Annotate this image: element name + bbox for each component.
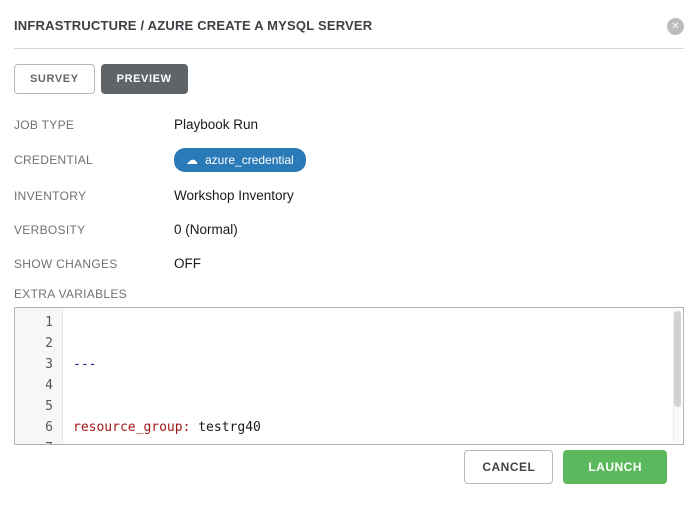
show-changes-value: OFF [174, 256, 201, 271]
job-type-value: Playbook Run [174, 117, 258, 132]
tab-preview[interactable]: PREVIEW [101, 64, 188, 94]
detail-row-show-changes: SHOW CHANGES OFF [14, 253, 684, 274]
credential-badge[interactable]: ☁ azure_credential [174, 148, 306, 172]
line-number: 7 [15, 438, 53, 445]
job-details: JOB TYPE Playbook Run CREDENTIAL ☁ azure… [14, 114, 684, 274]
editor-code: --- resource_group: testrg40 location: e… [63, 308, 683, 444]
inventory-value: Workshop Inventory [174, 188, 294, 203]
yaml-value: testrg40 [190, 420, 260, 435]
code-line: --- [73, 354, 683, 375]
detail-label: VERBOSITY [14, 223, 174, 237]
close-icon[interactable]: ✕ [667, 18, 684, 35]
line-number: 5 [15, 396, 53, 417]
credential-name: azure_credential [205, 153, 294, 167]
extra-variables-editor[interactable]: 1 2 3 4 5 6 7 --- resource_group: testrg… [14, 307, 684, 445]
detail-label: INVENTORY [14, 189, 174, 203]
line-number: 6 [15, 417, 53, 438]
detail-row-credential: CREDENTIAL ☁ azure_credential [14, 148, 684, 172]
line-number: 3 [15, 354, 53, 375]
detail-row-job-type: JOB TYPE Playbook Run [14, 114, 684, 135]
tab-bar: SURVEY PREVIEW [14, 64, 684, 94]
editor-scrollbar-thumb[interactable] [674, 311, 681, 407]
editor-scrollbar[interactable] [673, 309, 682, 443]
verbosity-value: 0 (Normal) [174, 222, 238, 237]
cancel-button[interactable]: CANCEL [464, 450, 553, 484]
modal-title: INFRASTRUCTURE / AZURE CREATE A MYSQL SE… [14, 18, 372, 33]
launch-button[interactable]: LAUNCH [563, 450, 667, 484]
detail-row-inventory: INVENTORY Workshop Inventory [14, 185, 684, 206]
line-number: 1 [15, 312, 53, 333]
detail-label: JOB TYPE [14, 118, 174, 132]
modal-header: INFRASTRUCTURE / AZURE CREATE A MYSQL SE… [14, 14, 684, 49]
code-line: resource_group: testrg40 [73, 417, 683, 438]
line-number: 2 [15, 333, 53, 354]
extra-variables-label: EXTRA VARIABLES [14, 287, 684, 301]
detail-label: CREDENTIAL [14, 153, 174, 167]
editor-line-numbers: 1 2 3 4 5 6 7 [15, 308, 63, 444]
modal-footer: CANCEL LAUNCH [464, 450, 667, 484]
tab-survey[interactable]: SURVEY [14, 64, 95, 94]
yaml-doc-separator: --- [73, 357, 96, 372]
detail-label: SHOW CHANGES [14, 257, 174, 271]
launch-preview-modal: INFRASTRUCTURE / AZURE CREATE A MYSQL SE… [0, 0, 698, 512]
cloud-icon: ☁ [186, 154, 198, 166]
detail-row-verbosity: VERBOSITY 0 (Normal) [14, 219, 684, 240]
yaml-key: resource_group: [73, 420, 190, 435]
line-number: 4 [15, 375, 53, 396]
